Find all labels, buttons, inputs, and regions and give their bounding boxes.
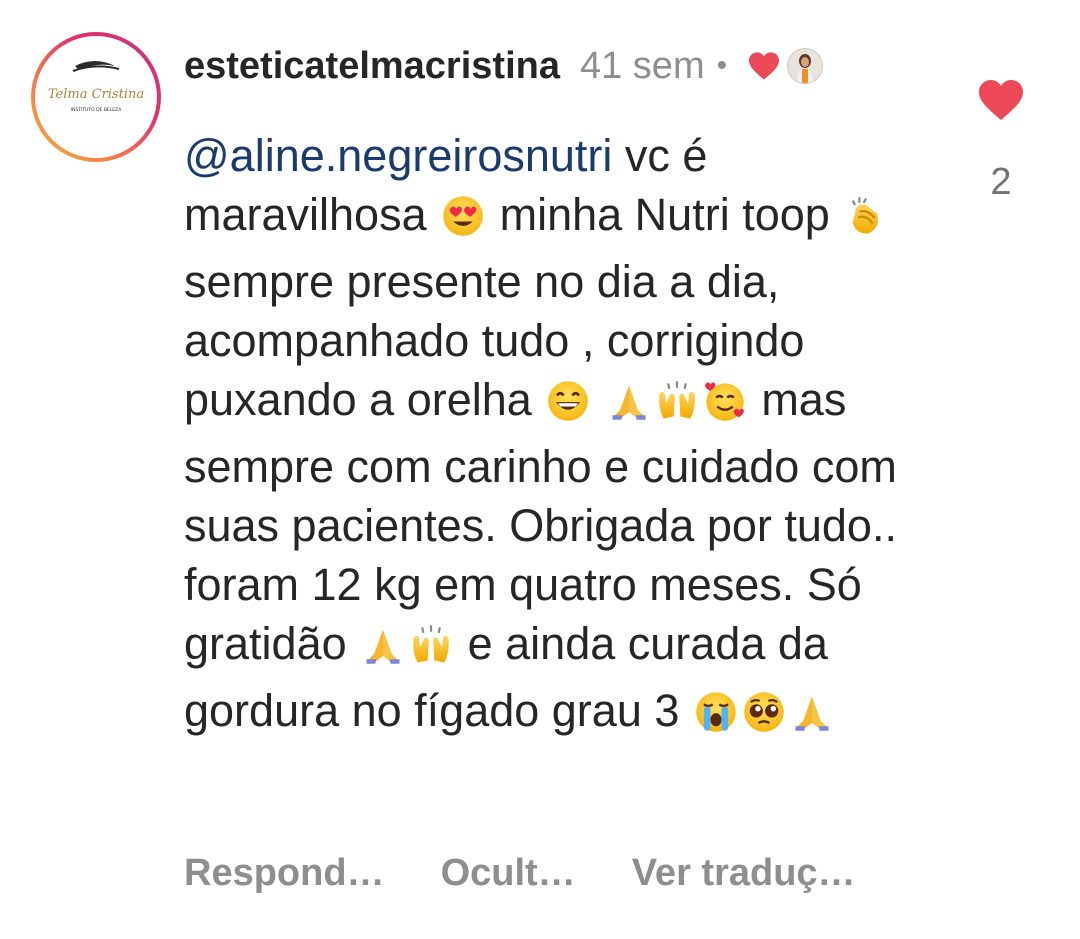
reply-button[interactable]: Respond… bbox=[184, 852, 385, 895]
comment-header: esteticatelmacristina 41 sem • bbox=[184, 40, 824, 92]
grinning-face-emoji-icon bbox=[546, 378, 590, 437]
smiling-face-with-hearts-emoji-icon bbox=[703, 378, 747, 437]
avatar-inner: Telma Cristina INSTITUTO DE BELEZA bbox=[35, 36, 157, 158]
comment-text-segment: minha Nutri toop bbox=[487, 189, 843, 240]
comment-actions: Respond… Ocult… Ver traduç… bbox=[184, 852, 856, 895]
like-column: 2 bbox=[970, 78, 1032, 204]
comment-item: Telma Cristina INSTITUTO DE BELEZA estet… bbox=[0, 0, 1080, 939]
raising-hands-emoji-icon bbox=[409, 622, 453, 681]
separator-dot: • bbox=[716, 49, 728, 82]
pleading-face-emoji-icon bbox=[742, 689, 786, 748]
folded-hands-emoji-icon bbox=[790, 689, 834, 748]
avatar[interactable]: Telma Cristina INSTITUTO DE BELEZA bbox=[31, 32, 161, 162]
translate-button[interactable]: Ver traduç… bbox=[632, 852, 856, 895]
logo-icon: Telma Cristina INSTITUTO DE BELEZA bbox=[48, 61, 144, 113]
raising-hands-emoji-icon bbox=[655, 378, 699, 437]
heart-filled-icon[interactable] bbox=[976, 80, 1026, 126]
logo-text: Telma Cristina bbox=[48, 87, 144, 102]
loudly-crying-face-emoji-icon bbox=[694, 689, 738, 748]
folded-hands-emoji-icon bbox=[607, 378, 651, 437]
hide-button[interactable]: Ocult… bbox=[441, 852, 576, 895]
username[interactable]: esteticatelmacristina bbox=[184, 45, 560, 88]
timestamp: 41 sem bbox=[579, 44, 705, 87]
heart-filled-icon bbox=[747, 51, 781, 81]
logo-subtext: INSTITUTO DE BELEZA bbox=[71, 107, 122, 113]
creator-avatar bbox=[787, 48, 824, 84]
mention-link[interactable]: @aline.negreirosnutri bbox=[184, 130, 612, 181]
clapping-hands-emoji-icon bbox=[844, 193, 888, 252]
like-count[interactable]: 2 bbox=[970, 161, 1032, 204]
folded-hands-emoji-icon bbox=[361, 622, 405, 681]
comment-body: @aline.negreirosnutri vc é maravilhosa m… bbox=[184, 126, 944, 748]
heart-eyes-emoji-icon bbox=[441, 193, 485, 252]
